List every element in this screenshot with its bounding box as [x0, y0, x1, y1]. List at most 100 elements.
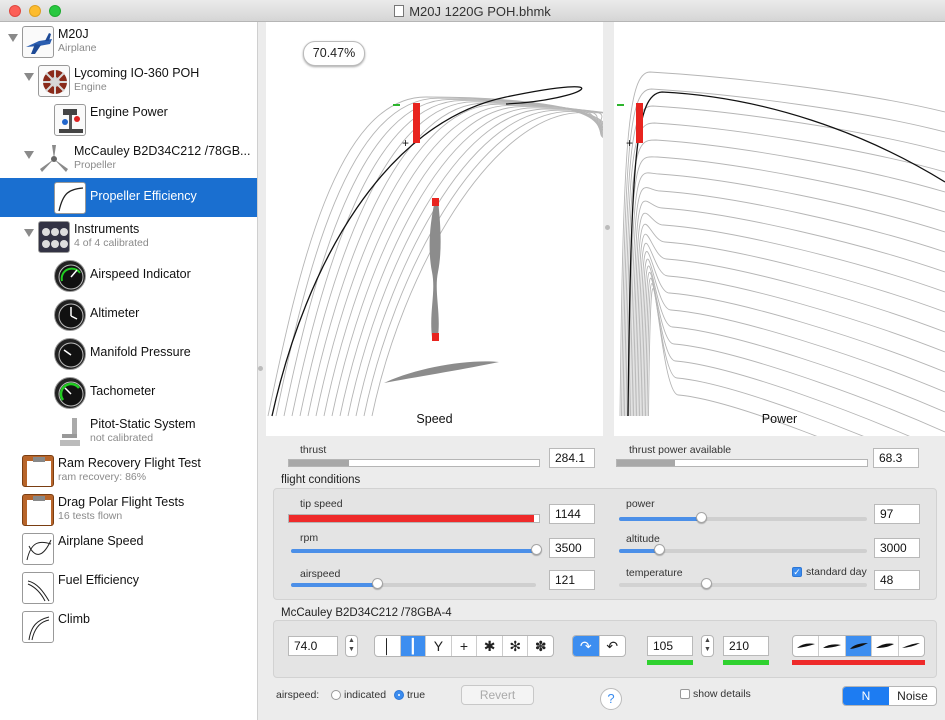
blade-count-1-icon[interactable]: │ [375, 636, 401, 656]
sidebar-item-manifold-pressure[interactable]: Manifold Pressure [0, 334, 257, 373]
sidebar-item-label: Airplane Speed [58, 534, 144, 548]
sidebar-item-label: Instruments [74, 222, 140, 236]
power-slider[interactable] [619, 512, 867, 523]
sidebar-item-label: Fuel Efficiency [58, 573, 140, 587]
disclosure-triangle-icon[interactable] [8, 34, 18, 42]
sidebar-item-instruments[interactable]: Instruments 4 of 4 calibrated [0, 217, 257, 256]
pitch-field-2[interactable]: 210 [723, 636, 769, 656]
standard-day-checkbox[interactable]: ✓ [792, 567, 802, 577]
blade-count-selector[interactable]: │ ┃ Y + ✱ ✻ ✽ [374, 635, 554, 657]
plus-marker: + [402, 136, 409, 150]
sidebar-item-pitot-static[interactable]: Pitot-Static System not calibrated [0, 412, 257, 451]
blade-count-6-icon[interactable]: ✻ [503, 636, 529, 656]
sidebar-item-fuel-efficiency[interactable]: Fuel Efficiency [0, 568, 257, 607]
clipboard-icon [22, 455, 54, 487]
window-title: M20J 1220G POH.bhmk [0, 4, 945, 19]
sidebar-item-propeller[interactable]: McCauley B2D34C212 /78GB... Propeller [0, 139, 257, 178]
diameter-stepper[interactable]: ▲ ▼ [345, 635, 358, 657]
disclosure-triangle-icon[interactable] [24, 229, 34, 237]
show-details-checkbox[interactable] [680, 689, 690, 699]
operating-point-marker [636, 103, 643, 143]
blade-count-2-icon[interactable]: ┃ [400, 636, 427, 656]
rotation-direction-selector[interactable]: ↷ ↶ [572, 635, 626, 657]
airfoil-4-icon[interactable] [872, 636, 899, 656]
operating-point-marker [413, 103, 420, 143]
sidebar-item-label: McCauley B2D34C212 /78GB... [74, 144, 251, 158]
indicated-label: indicated [344, 689, 387, 701]
sidebar-item-subtitle: not calibrated [90, 432, 154, 444]
rotation-counterclockwise-icon[interactable]: ↶ [600, 636, 626, 656]
propeller-section-title: McCauley B2D34C212 /78GBA-4 [281, 607, 452, 619]
rpm-field[interactable]: 3500 [549, 538, 595, 558]
true-radio[interactable] [394, 690, 404, 700]
tip-speed-field[interactable]: 1144 [549, 504, 595, 524]
revert-button[interactable]: Revert [461, 685, 534, 705]
altitude-slider[interactable] [619, 544, 867, 555]
n-noise-selector[interactable]: N Noise [842, 686, 937, 706]
sidebar-item-propeller-efficiency[interactable]: Propeller Efficiency [0, 178, 257, 217]
disclosure-triangle-icon[interactable] [24, 73, 34, 81]
pitot-tube-icon [54, 416, 86, 448]
blade-count-4-icon[interactable]: + [452, 636, 478, 656]
airfoil-1-icon[interactable] [793, 636, 820, 656]
power-curve-line [634, 223, 945, 417]
help-button[interactable]: ? [600, 688, 622, 710]
sidebar-item-airplane-speed[interactable]: Airplane Speed [0, 529, 257, 568]
sidebar-item-airspeed-indicator[interactable]: Airspeed Indicator [0, 256, 257, 295]
temperature-slider-knob[interactable] [700, 578, 712, 589]
diameter-field[interactable]: 74.0 [288, 636, 338, 656]
altitude-field[interactable]: 3000 [874, 538, 920, 558]
airplane-icon [22, 26, 54, 58]
noise-segment[interactable]: Noise [889, 687, 936, 705]
rpm-slider[interactable] [291, 544, 542, 555]
sidebar-item-climb[interactable]: Climb [0, 607, 257, 646]
temperature-slider[interactable] [619, 578, 867, 589]
airfoil-2-icon[interactable] [819, 636, 846, 656]
thrust-power-value-field: 68.3 [873, 448, 919, 468]
split-handle-icon[interactable] [605, 225, 610, 230]
sidebar-item-label: Lycoming IO-360 POH [74, 66, 200, 80]
split-handle-icon[interactable] [258, 366, 263, 371]
sidebar-item-tachometer[interactable]: Tachometer [0, 373, 257, 412]
disclosure-triangle-icon[interactable] [24, 151, 34, 159]
airfoil-3-icon[interactable] [845, 636, 873, 656]
blade-count-3-icon[interactable]: Y [426, 636, 452, 656]
airfoil-selector[interactable] [792, 635, 925, 657]
temperature-field[interactable]: 48 [874, 570, 920, 590]
sidebar-item-label: Altimeter [90, 306, 140, 320]
airspeed-field[interactable]: 121 [549, 570, 595, 590]
sidebar-item-engine-power[interactable]: Engine Power [0, 100, 257, 139]
blade-count-5-icon[interactable]: ✱ [477, 636, 503, 656]
airspeed-slider[interactable] [291, 578, 536, 589]
airfoil-5-icon[interactable] [899, 636, 924, 656]
sidebar-item-ram-recovery[interactable]: Ram Recovery Flight Test ram recovery: 8… [0, 451, 257, 490]
flight-conditions-title: flight conditions [281, 474, 361, 486]
n-segment[interactable]: N [843, 687, 890, 705]
propeller-icon [38, 143, 70, 175]
airspeed-slider-knob[interactable] [371, 578, 383, 589]
instrument-panel-icon [38, 221, 70, 253]
power-chart-plot: + [617, 71, 945, 493]
pitch-field-1[interactable]: 105 [647, 636, 693, 656]
sidebar-item-engine[interactable]: Lycoming IO-360 POH Engine [0, 61, 257, 100]
sidebar-item-label: M20J [58, 27, 89, 41]
power-slider-knob[interactable] [695, 512, 707, 523]
rpm-slider-knob[interactable] [531, 544, 542, 555]
pitch-1-indicator [647, 660, 693, 665]
rotation-clockwise-icon[interactable]: ↷ [573, 636, 600, 656]
pitch-stepper[interactable]: ▲ ▼ [701, 635, 714, 657]
blade-count-7-icon[interactable]: ✽ [528, 636, 553, 656]
power-curve-line [636, 233, 945, 417]
altitude-slider-knob[interactable] [653, 544, 665, 555]
sidebar-item-label: Propeller Efficiency [90, 189, 197, 203]
sidebar: M20J Airplane Lycoming IO-360 POH Engine… [0, 22, 258, 720]
sidebar-item-altimeter[interactable]: Altimeter [0, 295, 257, 334]
power-curve-line [624, 122, 945, 417]
indicated-radio[interactable] [331, 690, 341, 700]
tip-speed-bar [288, 514, 540, 523]
sidebar-item-airplane[interactable]: M20J Airplane [0, 22, 257, 61]
power-field[interactable]: 97 [874, 504, 920, 524]
power-chart: + Power [614, 22, 945, 493]
efficiency-readout: 70.47% [303, 41, 365, 66]
sidebar-item-drag-polar[interactable]: Drag Polar Flight Tests 16 tests flown [0, 490, 257, 529]
